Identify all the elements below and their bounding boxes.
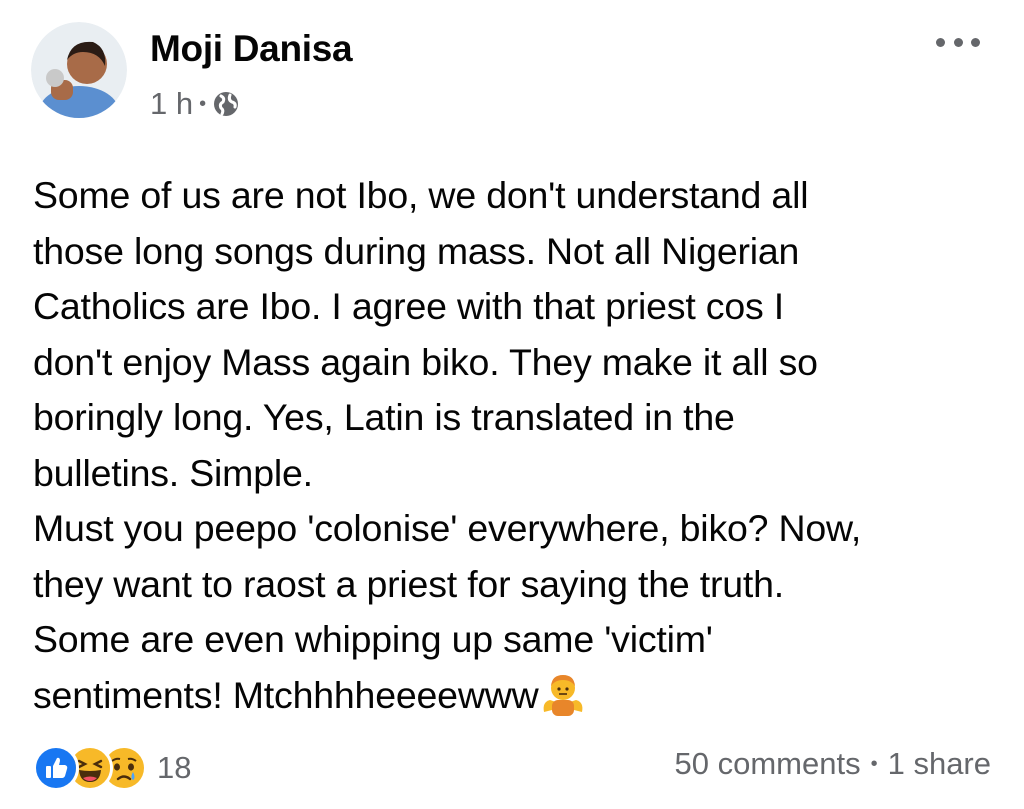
post-line: bulletins. Simple.: [33, 451, 313, 494]
author-name[interactable]: Moji Danisa: [150, 28, 353, 70]
post-time[interactable]: 1 h: [150, 86, 193, 122]
comments-count[interactable]: 50 comments: [675, 746, 861, 782]
post-meta: 1 h •: [150, 84, 240, 124]
more-dot: [971, 37, 980, 47]
stats-separator: •: [870, 752, 878, 775]
engagement-stats: 50 comments • 1 share: [675, 746, 992, 782]
post-line: boringly long. Yes, Latin is translated …: [33, 396, 735, 438]
person-shrugging-emoji: [538, 672, 588, 716]
post-line: Some are even whipping up same 'victim': [33, 618, 713, 660]
more-dot: [936, 37, 945, 47]
reaction-count[interactable]: 18: [157, 750, 191, 786]
reactions-summary[interactable]: 18: [33, 744, 191, 792]
post-line: those long songs during mass. Not all Ni…: [33, 229, 800, 272]
globe-icon: [212, 90, 240, 118]
post-line: Some of us are not Ibo, we don't underst…: [33, 174, 809, 216]
post-line: Must you peepo 'colonise' everywhere, bi…: [33, 507, 862, 549]
shares-count[interactable]: 1 share: [888, 746, 991, 782]
post-line: Catholics are Ibo. I agree with that pri…: [33, 285, 784, 327]
post-line: they want to raost a priest for saying t…: [33, 562, 785, 605]
post-line-text: sentiments! Mtchhhheeeewww: [33, 673, 539, 716]
like-icon: [33, 745, 79, 791]
avatar[interactable]: [31, 22, 127, 118]
more-dot: [953, 37, 963, 47]
post-text: Some of us are not Ibo, we don't underst…: [33, 168, 1008, 723]
meta-separator: •: [199, 92, 207, 115]
post-line-last: sentiments! Mtchhhheeeewww: [33, 668, 1008, 724]
more-options-icon[interactable]: [936, 30, 980, 54]
post-line: don't enjoy Mass again biko. They make i…: [33, 340, 818, 383]
